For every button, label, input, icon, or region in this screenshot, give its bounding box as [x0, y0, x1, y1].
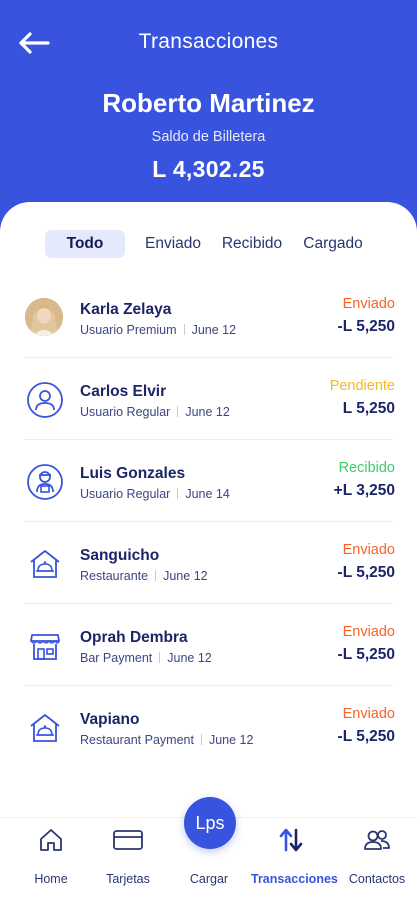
meta-divider — [200, 734, 202, 745]
transaction-date: June 12 — [167, 651, 212, 665]
transaction-name: Oprah Dembra — [80, 629, 188, 646]
filter-tabs: Todo Enviado Recibido Cargado — [0, 228, 417, 260]
transaction-meta: Usuario Regular June 12 — [80, 405, 230, 419]
transaction-row[interactable]: Sanguicho Restaurante June 12 Enviado -L … — [0, 522, 417, 604]
home-icon — [11, 826, 91, 854]
tab-cargado[interactable]: Cargado — [296, 230, 370, 258]
transaction-row[interactable]: Vapiano Restaurant Payment June 12 Enviad… — [0, 686, 417, 768]
transaction-name: Luis Gonzales — [80, 465, 186, 482]
nav-home[interactable]: Home — [11, 826, 91, 886]
meta-divider — [177, 406, 179, 417]
transaction-status: Enviado — [342, 706, 395, 722]
tab-recibido[interactable]: Recibido — [214, 230, 290, 258]
transaction-date: June 12 — [191, 323, 237, 337]
transaction-name: Vapiano — [80, 711, 140, 728]
transaction-subtitle: Usuario Premium — [80, 323, 177, 337]
transaction-status: Enviado — [342, 296, 395, 312]
transaction-amount: -L 5,250 — [337, 728, 395, 745]
transaction-date: June 12 — [185, 405, 230, 419]
tab-enviado[interactable]: Enviado — [136, 230, 210, 258]
transaction-status: Recibido — [338, 460, 395, 476]
transaction-name: Sanguicho — [80, 547, 160, 564]
transaction-subtitle: Bar Payment — [80, 651, 153, 665]
meta-divider — [155, 570, 157, 581]
meta-divider — [159, 652, 161, 663]
user-photo-avatar — [25, 298, 63, 336]
transaction-subtitle: Usuario Regular — [80, 405, 171, 419]
transaction-amount: -L 5,250 — [337, 646, 395, 663]
transaction-row[interactable]: Carlos Elvir Usuario Regular June 12 Pend… — [0, 358, 417, 440]
nav-contactos-label: Contactos — [348, 872, 406, 886]
transfer-arrows-icon — [251, 826, 331, 854]
transaction-date: June 12 — [163, 569, 208, 583]
nav-tarjetas[interactable]: Tarjetas — [88, 826, 168, 886]
nav-transacciones[interactable]: Transacciones — [251, 826, 338, 886]
nav-home-label: Home — [34, 872, 68, 886]
balance-label: Saldo de Billetera — [151, 129, 266, 145]
transaction-row[interactable]: Oprah Dembra Bar Payment June 12 Enviado … — [0, 604, 417, 686]
transaction-meta: Usuario Regular June 14 — [80, 487, 230, 501]
restaurant-icon — [26, 709, 64, 747]
transaction-meta: Bar Payment June 12 — [80, 651, 212, 665]
nav-contactos[interactable]: Contactos — [337, 826, 417, 886]
restaurant-icon — [26, 545, 64, 583]
transaction-amount: -L 5,250 — [337, 564, 395, 581]
meta-divider — [177, 488, 179, 499]
meta-divider — [183, 324, 185, 335]
balance-value: L 4,302.25 — [152, 156, 265, 182]
transaction-status: Pendiente — [329, 378, 395, 394]
transaction-meta: Restaurante June 12 — [80, 569, 208, 583]
transaction-amount: L 5,250 — [342, 400, 395, 417]
transaction-status: Enviado — [342, 624, 395, 640]
nav-cargar-label: Cargar — [189, 872, 229, 886]
transaction-status: Enviado — [342, 542, 395, 558]
transaction-row[interactable]: Karla Zelaya Usuario Premium June 12 Envi… — [0, 276, 417, 358]
tab-todo[interactable]: Todo — [45, 230, 125, 258]
transaction-amount: -L 5,250 — [337, 318, 395, 335]
lps-fab-button[interactable]: Lps — [184, 797, 236, 849]
storefront-icon — [26, 627, 64, 665]
nav-transacciones-label: Transacciones — [251, 872, 338, 886]
transaction-row[interactable]: Luis Gonzales Usuario Regular June 14 Rec… — [0, 440, 417, 522]
transaction-date: June 12 — [208, 733, 254, 747]
transaction-subtitle: Usuario Regular — [80, 487, 171, 501]
transaction-name: Karla Zelaya — [80, 301, 172, 318]
transaction-name: Carlos Elvir — [80, 383, 167, 400]
transaction-subtitle: Restaurante — [80, 569, 149, 583]
transaction-meta: Usuario Premium June 12 — [80, 323, 236, 337]
card-icon — [88, 826, 168, 854]
user-name: Roberto Martinez — [102, 88, 315, 118]
contacts-icon — [337, 826, 417, 854]
transaction-date: June 14 — [185, 487, 230, 501]
courier-icon — [26, 463, 64, 501]
transaction-subtitle: Restaurant Payment — [80, 733, 194, 747]
transaction-amount: +L 3,250 — [333, 482, 395, 499]
user-circle-icon — [26, 381, 64, 419]
header: Transacciones Roberto Martinez Saldo de … — [0, 0, 417, 235]
nav-tarjetas-label: Tarjetas — [106, 872, 150, 886]
transaction-meta: Restaurant Payment June 12 — [80, 733, 253, 747]
page-title: Transacciones — [138, 30, 279, 53]
